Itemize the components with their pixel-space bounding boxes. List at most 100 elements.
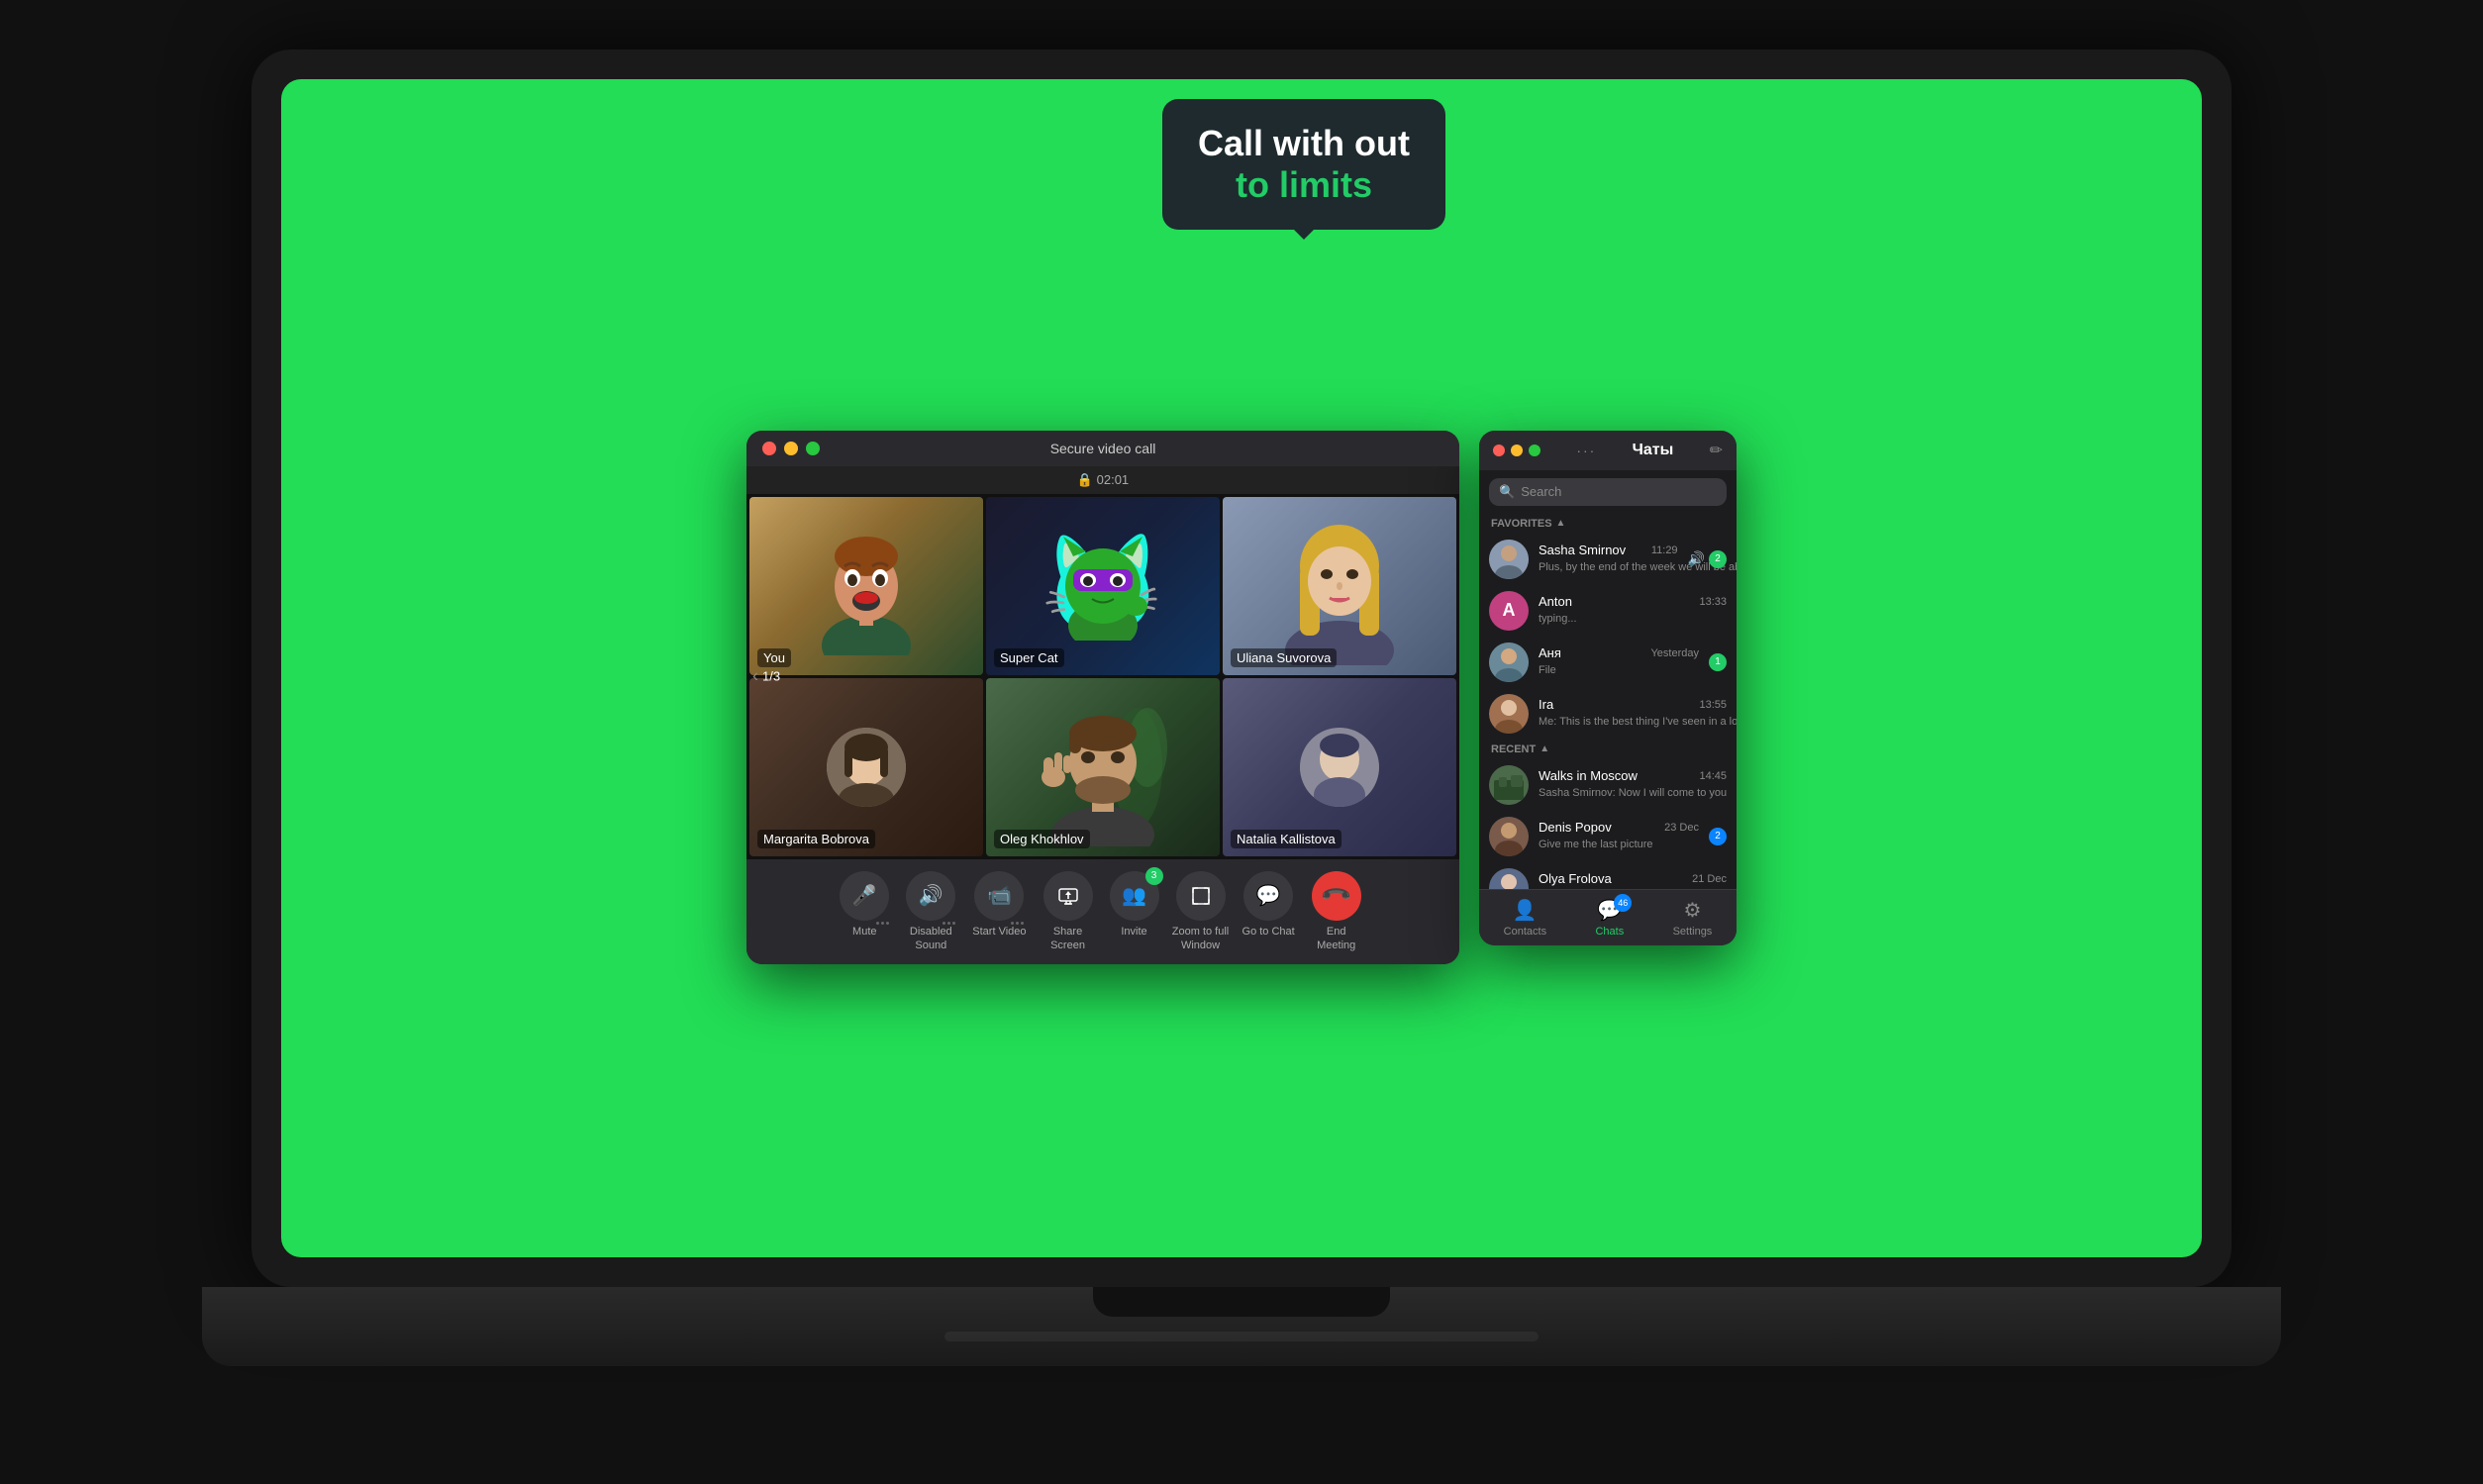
denis-badge: 2 [1709, 828, 1727, 845]
avatar-sasha [1489, 540, 1529, 579]
chat-name-anya: Аня [1539, 645, 1561, 660]
recent-section-label: RECENT ▲ [1479, 740, 1737, 759]
oleg-avatar [1039, 688, 1167, 846]
avatar-denis [1489, 817, 1529, 856]
avatar-walks [1489, 765, 1529, 805]
search-placeholder: Search [1521, 484, 1561, 499]
share-icon [1043, 871, 1093, 921]
tooltip-line1: Call with out [1198, 123, 1410, 164]
recent-chevron: ▲ [1539, 743, 1549, 754]
avatar-ira [1489, 694, 1529, 734]
chat-name-anton: Anton [1539, 594, 1572, 609]
video-call-window: Secure video call 🔒 02:01 [746, 431, 1459, 965]
sound-button[interactable]: 🔊 Disabled Sound [901, 871, 960, 953]
chat-info-sasha: Sasha Smirnov 11:29 Plus, by the end of … [1539, 543, 1678, 575]
name-row-olya: Olya Frolova 21 Dec [1539, 871, 1727, 886]
video-window-title: Secure video call [1050, 441, 1156, 456]
sound-more-dots [943, 922, 955, 925]
video-controls: 🎤 Mute 🔊 [746, 859, 1459, 965]
mute-button[interactable]: 🎤 Mute [840, 871, 889, 939]
laptop-container: Call with out to limits Secure video cal… [152, 49, 2331, 1435]
lock-icon: 🔒 [1077, 472, 1093, 487]
chat-item-anton[interactable]: А Anton 13:33 typing... [1479, 585, 1737, 637]
invite-label: Invite [1121, 925, 1146, 939]
participant-label-uliana: Uliana Suvorova [1231, 648, 1337, 667]
chat-info-ira: Ira 13:55 Me: This is the best thing I'v… [1539, 697, 1727, 730]
chat-icon: 💬 [1243, 871, 1293, 921]
chat-info-walks: Walks in Moscow 14:45 Sasha Smirnov: Now… [1539, 768, 1727, 801]
call-timer: 02:01 [1097, 472, 1130, 487]
chat-item-denis[interactable]: Denis Popov 23 Dec Give me the last pict… [1479, 811, 1737, 862]
nav-contacts[interactable]: 👤 Contacts [1504, 898, 1546, 938]
margarita-avatar-circle [827, 728, 906, 807]
chats-nav-label: Chats [1595, 926, 1624, 938]
base-shine [944, 1332, 1539, 1341]
chat-list: FAVORITES ▲ [1479, 514, 1737, 889]
chat-item-walks[interactable]: Walks in Moscow 14:45 Sasha Smirnov: Now… [1479, 759, 1737, 811]
natalia-avatar-circle [1300, 728, 1379, 807]
chat-time-ira: 13:55 [1699, 699, 1727, 711]
start-video-button[interactable]: 📹 Start Video [972, 871, 1026, 939]
chat-name-walks: Walks in Moscow [1539, 768, 1638, 783]
cat-mascot [1048, 532, 1157, 641]
chat-info-anya: Аня Yesterday File [1539, 645, 1699, 678]
chat-minimize[interactable] [1511, 445, 1523, 456]
close-button[interactable] [762, 442, 776, 455]
zoom-button[interactable]: Zoom to full Window [1171, 871, 1231, 953]
chat-close[interactable] [1493, 445, 1505, 456]
video-titlebar: Secure video call [746, 431, 1459, 466]
participant-label-supercat: Super Cat [994, 648, 1064, 667]
participant-you: You [749, 497, 983, 675]
go-to-chat-button[interactable]: 💬 Go to Chat [1242, 871, 1295, 939]
nav-chats[interactable]: 💬 Chats 46 [1595, 898, 1624, 938]
avatar-anton: А [1489, 591, 1529, 631]
search-icon: 🔍 [1499, 484, 1515, 500]
laptop-base [202, 1287, 2281, 1366]
chat-time-walks: 14:45 [1699, 770, 1727, 782]
main-content: Secure video call 🔒 02:01 [746, 431, 1737, 965]
participant-margarita: Margarita Bobrova [749, 678, 983, 856]
chat-item-ira[interactable]: Ira 13:55 Me: This is the best thing I'v… [1479, 688, 1737, 740]
chat-item-anya[interactable]: Аня Yesterday File 1 [1479, 637, 1737, 688]
video-subtitle: 🔒 02:01 [746, 466, 1459, 494]
go-chat-label: Go to Chat [1242, 925, 1295, 939]
participant-label-natalia: Natalia Kallistova [1231, 830, 1341, 848]
chat-item-olya[interactable]: Olya Frolova 21 Dec No Please [1479, 862, 1737, 889]
edit-icon[interactable]: ✏ [1710, 441, 1723, 460]
laptop-notch [1093, 1287, 1390, 1317]
chat-name-sasha: Sasha Smirnov [1539, 543, 1626, 557]
invite-button[interactable]: 👥 3 Invite [1110, 871, 1159, 939]
participant-label-oleg: Oleg Khokhlov [994, 830, 1090, 848]
video-more-dots [1011, 922, 1024, 925]
chat-time-anton: 13:33 [1699, 596, 1727, 608]
favorites-chevron: ▲ [1556, 518, 1566, 529]
minimize-button[interactable] [784, 442, 798, 455]
screen-bezel: Call with out to limits Secure video cal… [251, 49, 2232, 1287]
chat-name-denis: Denis Popov [1539, 820, 1612, 835]
chat-window: ··· Чаты ✏ 🔍 Search FAVORITES [1479, 431, 1737, 945]
prev-page-arrow[interactable]: ‹ [752, 666, 758, 687]
mute-icon: 🎤 [840, 871, 889, 921]
chat-traffic-lights [1493, 445, 1540, 456]
chat-name-olya: Olya Frolova [1539, 871, 1612, 886]
video-grid: You 🐱 [746, 494, 1459, 859]
sound-label: Disabled Sound [901, 925, 960, 953]
chat-info-anton: Anton 13:33 typing... [1539, 594, 1727, 627]
nav-settings[interactable]: ⚙ Settings [1673, 898, 1713, 938]
share-screen-button[interactable]: Share Screen [1039, 871, 1098, 953]
zoom-label: Zoom to full Window [1171, 925, 1231, 953]
maximize-button[interactable] [806, 442, 820, 455]
search-bar[interactable]: 🔍 Search [1489, 478, 1727, 506]
participant-natalia: Natalia Kallistova [1223, 678, 1456, 856]
chat-info-olya: Olya Frolova 21 Dec No Please [1539, 871, 1727, 889]
participant-label-you: You [757, 648, 791, 667]
chat-item-sasha[interactable]: Sasha Smirnov 11:29 Plus, by the end of … [1479, 534, 1737, 585]
chat-time-sasha: 11:29 [1651, 544, 1678, 556]
more-options-icon[interactable]: ··· [1576, 443, 1596, 458]
contacts-icon: 👤 [1513, 898, 1538, 923]
end-meeting-button[interactable]: 📞 End Meeting [1307, 871, 1366, 953]
bottom-nav: 👤 Contacts 💬 Chats 46 ⚙ Settings [1479, 889, 1737, 945]
participant-supercat: 🐱 [986, 497, 1220, 675]
chat-maximize[interactable] [1529, 445, 1540, 456]
avatar-anya [1489, 643, 1529, 682]
